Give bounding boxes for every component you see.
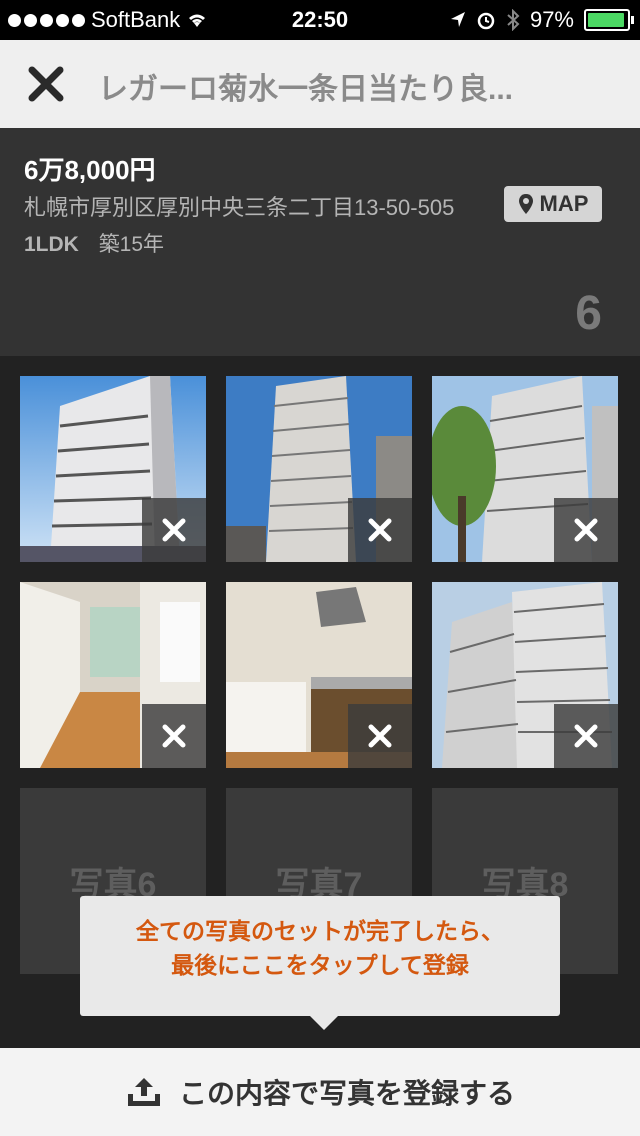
property-price: 6万8,000円 <box>24 155 156 185</box>
property-specs: 1LDK 築15年 <box>24 228 164 258</box>
map-button[interactable]: MAP <box>504 186 602 222</box>
photo-slot-3[interactable] <box>432 376 618 562</box>
location-arrow-icon <box>450 12 465 27</box>
close-icon[interactable] <box>26 64 66 104</box>
register-hint-tooltip: 全ての写真のセットが完了したら、 最後にここをタップして登録 <box>80 896 560 1030</box>
delete-photo-button[interactable] <box>554 498 618 562</box>
header-bar: レガーロ菊水一条日当たり良... <box>0 40 640 128</box>
property-layout: 1LDK <box>24 233 79 256</box>
close-icon <box>162 724 186 748</box>
battery-percent: 97% <box>529 7 574 32</box>
delete-photo-button[interactable] <box>348 704 412 768</box>
close-icon <box>574 518 598 542</box>
tooltip-line-1: 全ての写真のセットが完了したら、 <box>136 918 504 944</box>
close-icon <box>162 518 186 542</box>
delete-photo-button[interactable] <box>554 704 618 768</box>
property-address: 札幌市厚別区厚別中央三条二丁目13-50-505 <box>24 195 455 220</box>
submit-photos-button[interactable]: この内容で写真を登録する <box>0 1048 640 1136</box>
status-right: 97% <box>450 7 634 33</box>
property-info: 6万8,000円 札幌市厚別区厚別中央三条二丁目13-50-505 MAP 1L… <box>0 128 640 356</box>
close-icon <box>574 724 598 748</box>
photo-slot-5[interactable] <box>226 582 412 768</box>
submit-label: この内容で写真を登録する <box>178 1078 515 1109</box>
bluetooth-icon <box>507 9 520 31</box>
tooltip-line-2: 最後にここをタップして登録 <box>171 952 469 978</box>
photo-slot-4[interactable] <box>20 582 206 768</box>
map-button-label: MAP <box>539 191 589 216</box>
page-title: レガーロ菊水一条日当たり良... <box>98 73 514 106</box>
photo-count: 6 <box>575 287 602 340</box>
status-bar: SoftBank 22:50 97% <box>0 0 640 40</box>
battery-icon <box>584 9 634 31</box>
delete-photo-button[interactable] <box>142 704 206 768</box>
tooltip-arrow <box>310 1016 338 1030</box>
property-age: 築15年 <box>98 233 165 256</box>
close-icon <box>368 518 392 542</box>
photo-slot-1[interactable] <box>20 376 206 562</box>
photo-slot-2[interactable] <box>226 376 412 562</box>
photo-slot-6[interactable] <box>432 582 618 768</box>
close-icon <box>368 724 392 748</box>
alarm-clock-icon <box>477 12 495 30</box>
delete-photo-button[interactable] <box>142 498 206 562</box>
map-pin-icon <box>518 194 533 214</box>
delete-photo-button[interactable] <box>348 498 412 562</box>
upload-icon <box>127 1078 160 1106</box>
